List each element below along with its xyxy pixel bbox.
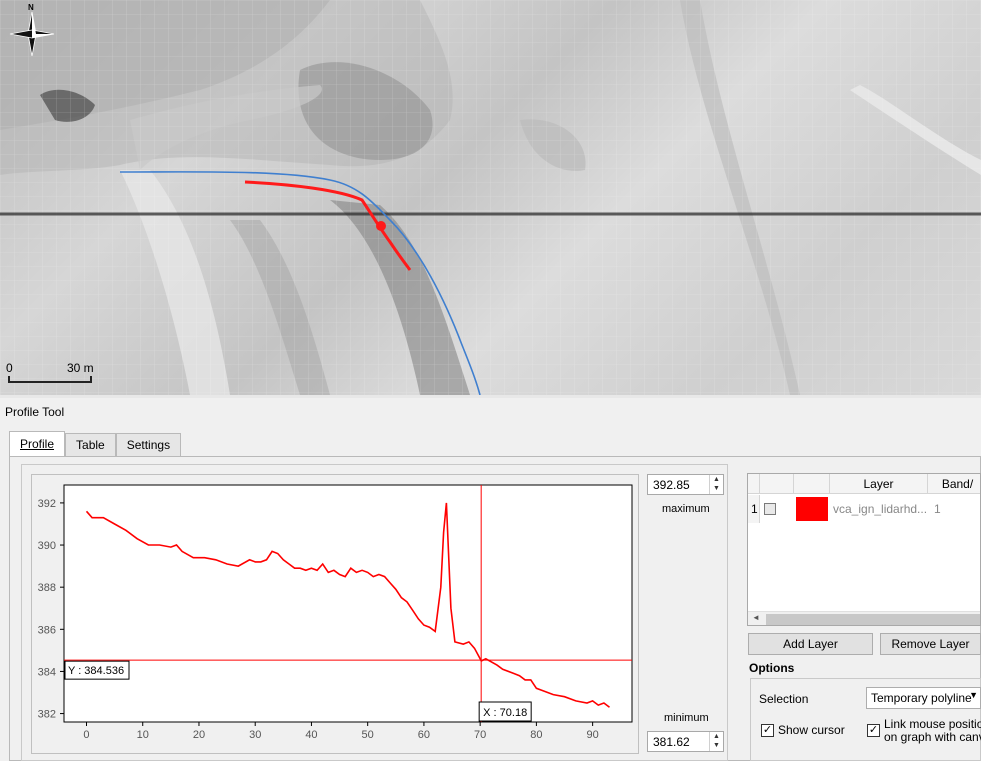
x-tick-label: 80 [530, 729, 542, 741]
north-arrow-icon: N [8, 3, 56, 57]
layer-color-swatch[interactable] [796, 497, 828, 521]
plot-area [63, 484, 633, 723]
table-row[interactable]: 1 vca_ign_lidarhd... 1 [748, 495, 980, 523]
x-tick-label: 0 [83, 729, 89, 741]
x-tick-label: 10 [137, 729, 149, 741]
horizontal-scrollbar[interactable]: ◄ [748, 611, 980, 625]
profile-tool-tabs: Profile Table Settings [9, 431, 182, 457]
map-canvas[interactable]: N 0 30 m [0, 0, 981, 395]
panel-splitter[interactable] [0, 395, 981, 398]
maximum-spin-arrows[interactable]: ▲ ▼ [709, 475, 723, 494]
header-layer[interactable]: Layer [830, 474, 928, 494]
layers-table-header: Layer Band/ [748, 474, 980, 494]
tab-settings[interactable]: Settings [115, 433, 182, 456]
y-tick-label: 390 [38, 540, 56, 552]
cursor-x-label: X : 70.18 [483, 707, 527, 719]
x-tick-label: 30 [249, 729, 261, 741]
options-title: Options [749, 661, 795, 675]
show-cursor-checkbox[interactable]: ✓ [761, 724, 774, 737]
layer-band: 1 [934, 502, 941, 516]
chevron-down-icon: ▼ [969, 690, 978, 700]
layers-table[interactable]: Layer Band/ 1 vca_ign_lidarhd... 1 ◄ [747, 473, 981, 626]
show-cursor-label: Show cursor [778, 723, 845, 737]
tab-table-label: Table [76, 438, 105, 452]
selection-value: Temporary polyline [871, 691, 972, 705]
scale-bar-line [8, 376, 92, 383]
header-check-col [760, 474, 794, 494]
maximum-value: 392.85 [653, 478, 690, 492]
header-corner [748, 474, 760, 494]
cursor-y-label: Y : 384.536 [68, 665, 124, 677]
header-band[interactable]: Band/ [928, 474, 980, 494]
maximum-label: maximum [662, 503, 710, 515]
link-mouse-checkbox[interactable]: ✓ [867, 724, 880, 737]
minimum-value: 381.62 [653, 735, 690, 749]
scale-end-label: 30 m [67, 361, 94, 375]
y-tick-label: 392 [38, 498, 56, 510]
cursor-marker [376, 221, 386, 231]
add-layer-button[interactable]: Add Layer [748, 633, 873, 655]
hillshade-terrain [0, 0, 981, 395]
row-number: 1 [748, 495, 760, 523]
header-color-col [794, 474, 830, 494]
scale-start-label: 0 [6, 361, 13, 375]
tab-table[interactable]: Table [65, 433, 116, 456]
y-tick-label: 382 [38, 709, 56, 721]
tab-profile-label: Profile [20, 437, 55, 451]
x-tick-label: 60 [418, 729, 430, 741]
y-tick-label: 384 [38, 666, 56, 678]
x-tick-label: 40 [305, 729, 317, 741]
minimum-label: minimum [664, 712, 709, 724]
x-tick-label: 90 [587, 729, 599, 741]
link-mouse-label-2: on graph with canva [884, 730, 981, 744]
y-tick-label: 386 [38, 624, 56, 636]
north-label: N [28, 3, 34, 12]
maximum-spinbox[interactable]: 392.85 ▲ ▼ [647, 474, 724, 495]
tab-settings-label: Settings [126, 438, 171, 452]
selection-combo[interactable]: Temporary polyline ▼ [866, 687, 981, 709]
scroll-left-icon[interactable]: ◄ [752, 613, 760, 622]
layer-visible-checkbox[interactable] [764, 503, 776, 515]
selection-label: Selection [759, 692, 809, 706]
scrollbar-thumb[interactable] [766, 614, 980, 625]
remove-layer-button[interactable]: Remove Layer [880, 633, 981, 655]
y-tick-label: 388 [38, 582, 56, 594]
layer-name: vca_ign_lidarhd... [833, 502, 928, 516]
x-tick-label: 50 [362, 729, 374, 741]
minimum-spinbox[interactable]: 381.62 ▲ ▼ [647, 731, 724, 752]
minimum-spin-arrows[interactable]: ▲ ▼ [709, 732, 723, 751]
panel-title: Profile Tool [5, 405, 65, 419]
x-tick-label: 20 [193, 729, 205, 741]
profile-chart[interactable]: 382 384 386 388 390 392 0 10 20 30 40 50 60 70 80 90 Y :… [31, 474, 639, 756]
x-tick-label: 70 [474, 729, 486, 741]
tab-profile[interactable]: Profile [9, 431, 66, 457]
